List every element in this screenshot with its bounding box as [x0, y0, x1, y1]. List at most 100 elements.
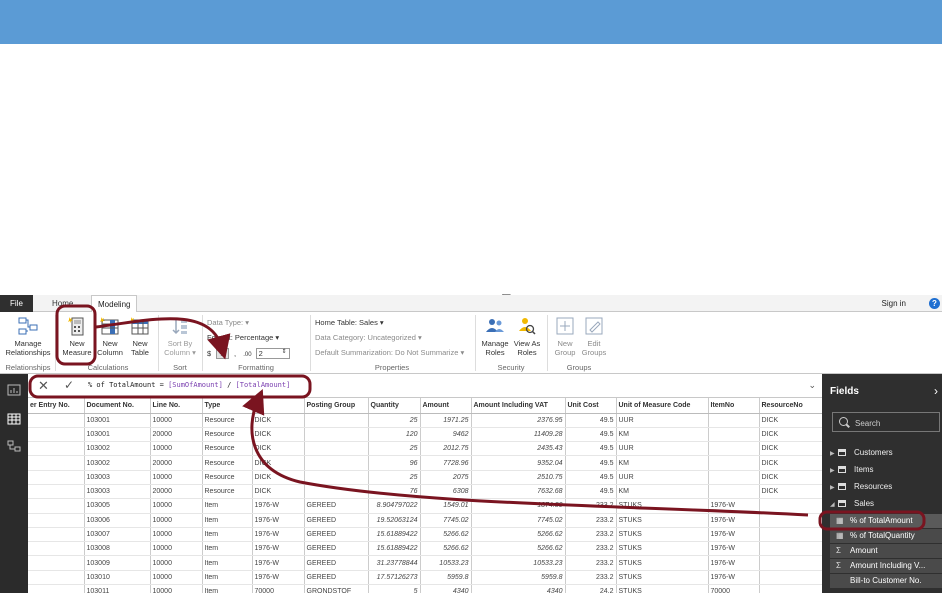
- new-measure-label-1: New: [69, 339, 85, 348]
- table-row[interactable]: 103007 10000 Item 1976-W GEREED 15.61889422 52…: [28, 527, 822, 543]
- field-table-resources[interactable]: ▶ Resources: [830, 482, 892, 491]
- data-category-dropdown[interactable]: Data Category: Uncategorized ▾: [315, 333, 422, 342]
- field-table-items[interactable]: ▶ Items: [830, 465, 874, 474]
- column-header[interactable]: ItemNo: [708, 398, 760, 414]
- field-table-label: Customers: [854, 448, 893, 457]
- field-item-amount-including-vat[interactable]: Σ Amount Including V...: [830, 559, 942, 573]
- cancel-formula-icon[interactable]: ✕: [38, 378, 49, 394]
- table-row[interactable]: 103011 10000 Item 70000 GRONDSTOF 5 4340 4340 24…: [28, 584, 822, 593]
- field-item-label: % of TotalQuantity: [850, 531, 915, 540]
- table-cell: 103010: [84, 570, 151, 586]
- expand-arrow-icon[interactable]: ▶: [830, 450, 838, 457]
- currency-button[interactable]: $: [207, 349, 211, 358]
- new-table-button[interactable]: New Table: [126, 315, 154, 357]
- table-cell: [759, 498, 822, 514]
- table-cell: [759, 527, 822, 543]
- table-cell: [708, 441, 760, 457]
- tab-home[interactable]: Home: [46, 295, 79, 312]
- manage-roles-button[interactable]: Manage Roles: [480, 315, 510, 357]
- collapse-arrow-icon[interactable]: ◢: [830, 501, 838, 508]
- table-row[interactable]: 103008 10000 Item 1976-W GEREED 15.61889422 52…: [28, 541, 822, 557]
- table-cell: 19.52063124: [368, 513, 421, 528]
- table-row[interactable]: 103002 10000 Resource DICK 25 2012.75 2435.43 4…: [28, 441, 822, 457]
- column-header[interactable]: Type: [202, 398, 253, 414]
- table-cell: [708, 484, 760, 500]
- new-measure-button[interactable]: New Measure: [62, 315, 92, 357]
- ribbon-separator: [55, 315, 56, 371]
- comma-button[interactable]: ,: [234, 349, 236, 358]
- table-row[interactable]: 103005 10000 Item 1976-W GEREED 8.904797022 15…: [28, 498, 822, 514]
- decimal-places-input[interactable]: 2 ⇕: [255, 348, 290, 359]
- table-cell: Item: [202, 541, 253, 557]
- help-icon[interactable]: ?: [929, 298, 940, 309]
- table-cell: 1976-W: [252, 527, 305, 543]
- table-cell: 103001: [84, 427, 151, 443]
- table-cell: 25: [368, 413, 421, 428]
- formula-prefix: % of TotalAmount =: [88, 381, 169, 389]
- commit-formula-icon[interactable]: ✓: [64, 378, 74, 392]
- data-view-icon[interactable]: [7, 413, 21, 425]
- spinner-icon[interactable]: ⇕: [282, 348, 287, 355]
- formula-input[interactable]: % of TotalAmount = [SumOfAmount] / [Tota…: [88, 381, 290, 389]
- data-type-dropdown[interactable]: Data Type: ▾: [207, 318, 249, 327]
- field-item-bill-to-customer[interactable]: Bill-to Customer No.: [830, 574, 942, 588]
- collapse-pane-chevron-icon[interactable]: ›: [934, 384, 938, 398]
- table-cell: 20000: [150, 455, 203, 471]
- home-table-dropdown[interactable]: Home Table: Sales ▾: [315, 318, 384, 327]
- sign-in-link[interactable]: Sign in: [882, 295, 906, 312]
- new-group-button[interactable]: New Group: [551, 315, 579, 357]
- expand-arrow-icon[interactable]: ▶: [830, 484, 838, 491]
- column-header[interactable]: Quantity: [368, 398, 421, 414]
- column-header[interactable]: No: [252, 398, 305, 414]
- table-cell: 103001: [84, 413, 151, 428]
- tab-modeling[interactable]: Modeling: [91, 295, 138, 313]
- field-table-sales[interactable]: ◢ Sales: [830, 499, 874, 508]
- table-cell: 7632.68: [471, 484, 566, 500]
- decimal-button[interactable]: .00: [243, 352, 251, 358]
- field-table-customers[interactable]: ▶ Customers: [830, 448, 893, 457]
- view-as-roles-button[interactable]: View As Roles: [512, 315, 542, 357]
- sort-by-column-button[interactable]: Sort By Column ▾: [162, 315, 198, 357]
- table-cell: 1976-W: [708, 527, 760, 543]
- tab-file[interactable]: File: [0, 295, 33, 312]
- expand-arrow-icon[interactable]: ▶: [830, 467, 838, 474]
- fields-search-box[interactable]: Search: [832, 412, 940, 432]
- format-dropdown[interactable]: Format: Percentage ▾: [207, 333, 279, 342]
- column-header[interactable]: Line No.: [150, 398, 203, 414]
- column-header[interactable]: er Entry No.: [28, 398, 85, 414]
- table-cell: 15.61889422: [368, 541, 421, 557]
- column-header[interactable]: Posting Group: [304, 398, 369, 414]
- column-header[interactable]: Amount: [420, 398, 472, 414]
- new-column-label-2: Column: [97, 348, 123, 357]
- relationships-view-icon[interactable]: [7, 440, 21, 452]
- percent-button[interactable]: %: [216, 348, 229, 359]
- group-sort: Sort: [173, 363, 187, 372]
- table-header-row: er Entry No. Document No. Line No. Type No Po…: [28, 398, 822, 414]
- column-header[interactable]: ResourceNo: [759, 398, 822, 414]
- table-cell: DICK: [252, 413, 305, 428]
- table-row[interactable]: 103006 10000 Item 1976-W GEREED 19.52063124 77…: [28, 513, 822, 528]
- table-row[interactable]: 103009 10000 Item 1976-W GEREED 31.23778844 10…: [28, 555, 822, 571]
- table-row[interactable]: 103003 20000 Resource DICK 76 6308 7632.68 49.5…: [28, 484, 822, 500]
- field-item-pct-total-quantity[interactable]: ▦ % of TotalQuantity: [830, 529, 942, 543]
- new-column-label-1: New: [102, 339, 118, 348]
- table-row[interactable]: 103002 20000 Resource DICK 96 7728.96 9352.04 4…: [28, 455, 822, 471]
- new-column-button[interactable]: New Column: [95, 315, 125, 357]
- column-header[interactable]: Unit of Measure Code: [616, 398, 709, 414]
- column-header[interactable]: Amount Including VAT: [471, 398, 566, 414]
- table-row[interactable]: 103001 20000 Resource DICK 120 9462 11409.28 49…: [28, 427, 822, 443]
- report-view-icon[interactable]: [7, 384, 21, 396]
- table-cell: 1976-W: [252, 513, 305, 528]
- field-item-pct-total-amount[interactable]: ▦ % of TotalAmount: [830, 514, 942, 528]
- table-row[interactable]: 103010 10000 Item 1976-W GEREED 17.57126273 59…: [28, 570, 822, 586]
- expand-formula-chevron-icon[interactable]: ⌄: [808, 380, 816, 391]
- manage-relationships-button[interactable]: Manage Relationships: [4, 315, 52, 357]
- table-row[interactable]: 103001 10000 Resource DICK 25 1971.25 2376.95 4…: [28, 413, 822, 428]
- field-item-amount[interactable]: Σ Amount: [830, 544, 942, 558]
- column-header[interactable]: Document No.: [84, 398, 151, 414]
- default-summarization-dropdown[interactable]: Default Summarization: Do Not Summarize …: [315, 348, 464, 357]
- table-cell: 1976-W: [708, 555, 760, 571]
- column-header[interactable]: Unit Cost: [565, 398, 617, 414]
- table-row[interactable]: 103003 10000 Resource DICK 25 2075 2510.75 49.5…: [28, 470, 822, 485]
- edit-groups-button[interactable]: Edit Groups: [580, 315, 608, 357]
